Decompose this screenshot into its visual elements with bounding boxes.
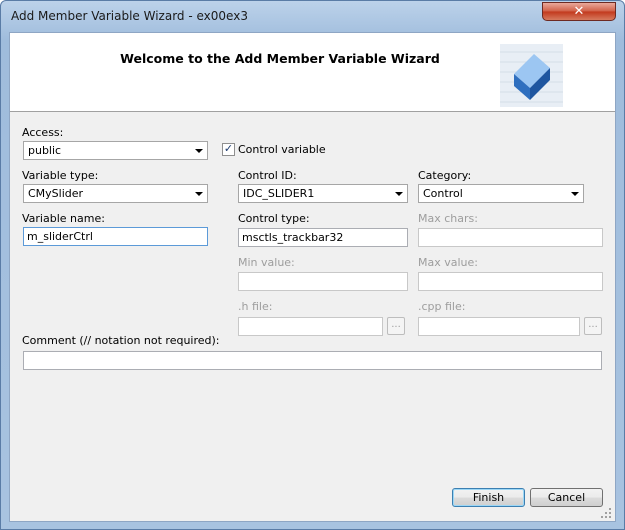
cpp-file-browse-button[interactable]: ...	[584, 317, 602, 335]
chevron-down-icon[interactable]	[571, 192, 579, 196]
close-button[interactable]: ✕	[542, 2, 616, 21]
control-type-field[interactable]: msctls_trackbar32	[238, 228, 408, 247]
category-combo[interactable]: Control	[418, 184, 584, 203]
control-variable-label[interactable]: Control variable	[238, 143, 326, 156]
control-variable-checkbox[interactable]: ✓	[222, 142, 235, 156]
comment-label: Comment (// notation not required):	[22, 334, 220, 347]
control-id-combo[interactable]: IDC_SLIDER1	[238, 184, 408, 203]
cpp-file-label: .cpp file:	[418, 300, 466, 313]
title-bar[interactable]: Add Member Variable Wizard - ex00ex3 ✕	[1, 1, 624, 32]
control-id-value: IDC_SLIDER1	[243, 187, 315, 200]
max-value-label: Max value:	[418, 256, 478, 269]
wizard-cube-icon	[500, 44, 563, 107]
close-icon: ✕	[573, 4, 585, 19]
variable-name-input[interactable]: m_sliderCtrl	[23, 227, 208, 246]
h-file-label: .h file:	[238, 300, 273, 313]
page-title: Welcome to the Add Member Variable Wizar…	[120, 51, 440, 66]
wizard-header: Welcome to the Add Member Variable Wizar…	[10, 33, 615, 112]
category-value: Control	[423, 187, 463, 200]
control-type-label: Control type:	[238, 212, 310, 225]
variable-name-label: Variable name:	[22, 212, 105, 225]
variable-type-label: Variable type:	[22, 169, 99, 182]
control-id-label: Control ID:	[238, 169, 297, 182]
h-file-input[interactable]	[238, 317, 383, 336]
h-file-browse-button[interactable]: ...	[387, 317, 405, 335]
cancel-button[interactable]: Cancel	[530, 488, 603, 507]
wizard-window: Add Member Variable Wizard - ex00ex3 ✕ W…	[0, 0, 625, 530]
dialog-client-area: Welcome to the Add Member Variable Wizar…	[9, 32, 616, 522]
finish-button[interactable]: Finish	[452, 488, 525, 507]
chevron-down-icon[interactable]	[195, 149, 203, 153]
access-combo[interactable]: public	[23, 141, 208, 160]
access-label: Access:	[22, 126, 64, 139]
max-value-input[interactable]	[418, 272, 603, 291]
access-value: public	[28, 144, 62, 157]
min-value-label: Min value:	[238, 256, 295, 269]
check-icon: ✓	[223, 142, 234, 155]
min-value-input[interactable]	[238, 272, 408, 291]
resize-grip-icon[interactable]	[600, 507, 612, 519]
comment-input[interactable]	[23, 351, 602, 370]
variable-type-value: CMySlider	[28, 187, 84, 200]
category-label: Category:	[418, 169, 472, 182]
cpp-file-input[interactable]	[418, 317, 580, 336]
chevron-down-icon[interactable]	[395, 192, 403, 196]
variable-type-combo[interactable]: CMySlider	[23, 184, 208, 203]
window-title: Add Member Variable Wizard - ex00ex3	[11, 9, 248, 23]
chevron-down-icon[interactable]	[195, 192, 203, 196]
max-chars-label: Max chars:	[418, 212, 478, 225]
max-chars-input[interactable]	[418, 228, 603, 247]
